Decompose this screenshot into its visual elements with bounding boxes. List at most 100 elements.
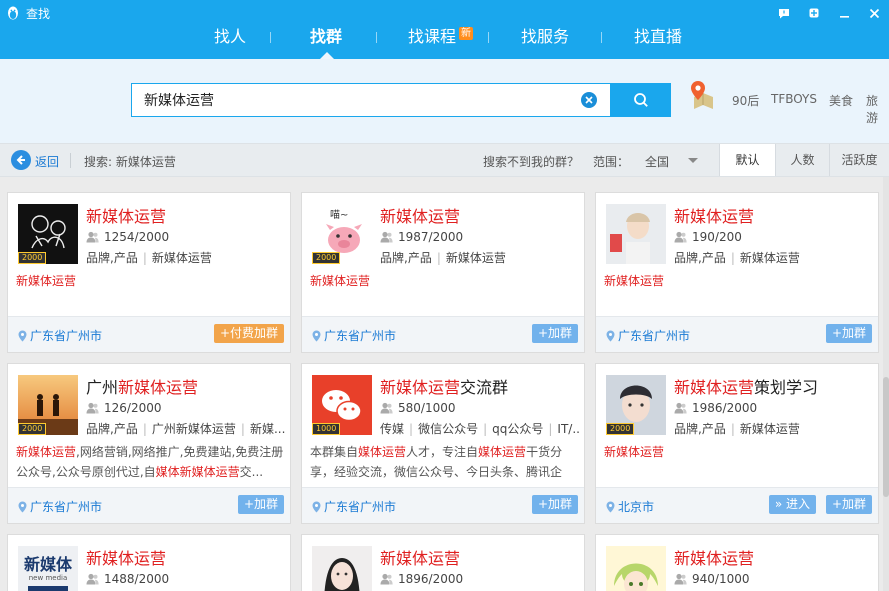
group-description: 新媒体运营 <box>604 442 872 482</box>
join-group-button[interactable]: +加群 <box>237 495 284 514</box>
group-name-highlight: 新媒体运营 <box>380 207 461 226</box>
member-count: 1254/2000 <box>86 230 169 244</box>
active-tab-pointer <box>320 52 334 59</box>
group-card[interactable]: 2000 广州新媒体运营 126/2000 品牌,产品 | 广州新媒体运营 | 新媒... 新媒… <box>7 363 291 524</box>
group-location: 广东省广州市 <box>606 327 690 344</box>
search-input[interactable] <box>144 90 574 110</box>
qq-penguin-icon <box>8 6 18 20</box>
group-avatar[interactable] <box>312 546 372 591</box>
tag-separator: | <box>483 422 488 436</box>
group-name[interactable]: 新媒体运营 <box>380 545 460 569</box>
svg-text:新媒体: 新媒体 <box>24 555 73 574</box>
hot-tag[interactable]: 旅游 <box>866 92 889 126</box>
location-text: 广东省广州市 <box>618 329 691 343</box>
join-group-button[interactable]: +加群 <box>825 324 872 343</box>
tab-find-course[interactable]: 找课程新 <box>408 25 474 53</box>
clear-icon[interactable] <box>581 92 597 108</box>
location-pin-icon <box>312 501 321 512</box>
group-card[interactable]: 新媒体 new media 新媒体运营 1488/2000 <box>7 534 291 591</box>
member-count-value: 190/200 <box>692 230 742 244</box>
group-name[interactable]: 新媒体运营 <box>86 203 166 227</box>
group-name[interactable]: 新媒体运营策划学习 <box>674 374 818 398</box>
sort-tab-default[interactable]: 默认 <box>719 144 775 176</box>
search-button[interactable] <box>610 83 671 117</box>
group-avatar[interactable]: 新媒体 new media <box>18 546 78 591</box>
group-avatar[interactable]: 2000 <box>18 375 78 435</box>
description-segment: 新媒体运营 <box>604 445 665 459</box>
group-name-highlight: 新媒体运营 <box>86 207 167 226</box>
tag-separator: | <box>409 422 414 436</box>
chevron-down-icon[interactable] <box>688 158 698 163</box>
group-tags: 品牌,产品 | 新媒体运营 <box>86 249 286 266</box>
tab-find-live[interactable]: 找直播 <box>634 25 682 53</box>
group-tag: 微信公众号 <box>418 422 479 436</box>
group-avatar[interactable] <box>606 546 666 591</box>
group-avatar[interactable]: 喵~ 2000 <box>312 204 372 264</box>
group-avatar[interactable] <box>606 204 666 264</box>
group-avatar[interactable]: 2000 <box>18 204 78 264</box>
tag-separator: | <box>548 422 553 436</box>
sort-tab-activity[interactable]: 活跃度 <box>829 144 889 176</box>
group-card[interactable]: 喵~ 2000 新媒体运营 1987/2000 品牌,产品 | 新媒体运营 新媒体运营 广东省广… <box>301 192 585 353</box>
card-footer: 广东省广州市 +加群 <box>596 316 878 352</box>
group-tag: qq公众号 <box>492 422 544 436</box>
group-name[interactable]: 广州新媒体运营 <box>86 374 198 398</box>
join-group-button[interactable]: +加群 <box>531 324 578 343</box>
minimize-icon[interactable] <box>829 2 859 24</box>
hot-tag[interactable]: TFBOYS <box>771 92 817 106</box>
search-box[interactable] <box>131 83 611 117</box>
group-name[interactable]: 新媒体运营 <box>674 545 754 569</box>
group-avatar[interactable]: 2000 <box>606 375 666 435</box>
group-card[interactable]: 新媒体运营 1896/2000 <box>301 534 585 591</box>
scope-dropdown[interactable]: 全国 <box>645 153 669 170</box>
skin-icon[interactable] <box>799 2 829 24</box>
hot-tag[interactable]: 90后 <box>732 92 759 109</box>
group-name[interactable]: 新媒体运营 <box>86 545 166 569</box>
group-tag: 品牌,产品 <box>674 422 726 436</box>
group-card[interactable]: 新媒体运营 190/200 品牌,产品 | 新媒体运营 新媒体运营 广东省广州市 +加群 <box>595 192 879 353</box>
location-text: 广东省广州市 <box>324 500 397 514</box>
location-text: 广东省广州市 <box>30 329 103 343</box>
group-card[interactable]: 1000 新媒体运营交流群 580/1000 传媒 | 微信公众号 | qq公众号 | IT/..… <box>301 363 585 524</box>
search-icon <box>633 93 648 107</box>
tab-find-service[interactable]: 找服务 <box>521 25 569 53</box>
level-badge: 2000 <box>18 423 47 435</box>
members-icon <box>86 573 99 585</box>
tab-find-group[interactable]: 找群 <box>310 25 342 53</box>
group-location: 广东省广州市 <box>18 327 102 344</box>
back-button[interactable]: 返回 <box>35 153 59 170</box>
member-count: 1987/2000 <box>380 230 463 244</box>
new-badge: 新 <box>459 27 474 40</box>
members-icon <box>380 402 393 414</box>
group-description: 新媒体运营 <box>310 271 578 311</box>
join-group-button[interactable]: +加群 <box>825 495 872 514</box>
group-name[interactable]: 新媒体运营 <box>674 203 754 227</box>
scrollbar[interactable] <box>883 177 889 591</box>
group-name[interactable]: 新媒体运营 <box>380 203 460 227</box>
paid-join-button[interactable]: +付费加群 <box>213 324 284 343</box>
feedback-icon[interactable] <box>769 2 799 24</box>
close-icon[interactable] <box>859 2 889 24</box>
scrollbar-thumb[interactable] <box>883 377 889 497</box>
group-tag: 新媒体运营 <box>445 251 506 265</box>
tab-find-people[interactable]: 找人 <box>214 25 246 53</box>
group-name-suffix: 交流群 <box>460 378 509 397</box>
group-card[interactable]: 新媒体运营 940/1000 <box>595 534 879 591</box>
cant-find-group-link[interactable]: 搜索不到我的群？ <box>483 153 579 170</box>
members-icon <box>86 402 99 414</box>
hot-tag[interactable]: 美食 <box>829 92 853 109</box>
tag-separator: | <box>730 251 735 265</box>
member-count: 580/1000 <box>380 401 456 415</box>
map-location-icon[interactable] <box>688 79 718 113</box>
group-name[interactable]: 新媒体运营交流群 <box>380 374 508 398</box>
join-group-button[interactable]: +加群 <box>531 495 578 514</box>
group-card[interactable]: 2000 新媒体运营策划学习 1986/2000 品牌,产品 | 新媒体运营 新媒体运营 北京… <box>595 363 879 524</box>
sort-tab-members[interactable]: 人数 <box>775 144 829 176</box>
description-segment: 新媒体运营 <box>604 274 665 288</box>
enter-group-button[interactable]: » 进入 <box>768 495 816 514</box>
group-avatar[interactable]: 1000 <box>312 375 372 435</box>
tag-separator: | <box>436 251 441 265</box>
group-card[interactable]: 2000 新媒体运营 1254/2000 品牌,产品 | 新媒体运营 新媒体运营 广东省广州市… <box>7 192 291 353</box>
description-segment: 新媒体运营 <box>310 274 371 288</box>
back-arrow-icon[interactable] <box>11 150 31 170</box>
